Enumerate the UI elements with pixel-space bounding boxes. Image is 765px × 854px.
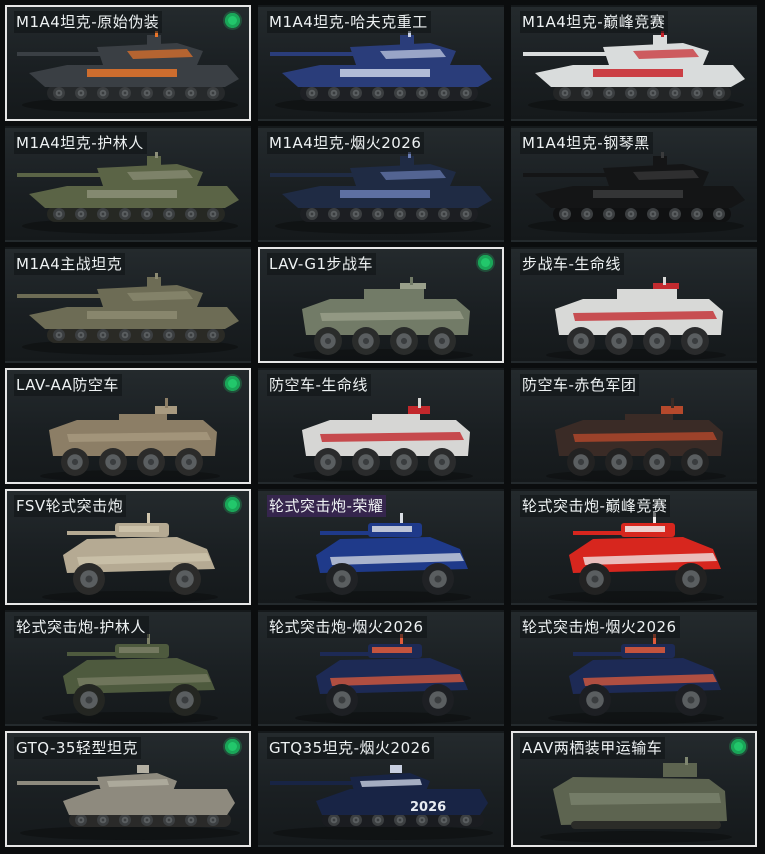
vehicle-skin-card[interactable]: AAV两栖装甲运输车	[511, 731, 757, 847]
vehicle-skin-card[interactable]: 轮式突击炮-护林人	[5, 610, 251, 726]
equipped-indicator-icon	[225, 739, 240, 754]
vehicle-skin-name: GTQ35坦克-烟火2026	[267, 737, 434, 759]
equipped-indicator-icon	[225, 497, 240, 512]
vehicle-skin-card[interactable]: M1A4坦克-烟火2026	[258, 126, 504, 242]
vehicle-skin-card[interactable]: M1A4主战坦克	[5, 247, 251, 363]
vehicle-skin-name: M1A4坦克-巅峰竞赛	[520, 11, 669, 33]
vehicle-skin-card[interactable]: 防空车-赤色军团	[511, 368, 757, 484]
vehicle-skin-name: AAV两栖装甲运输车	[520, 737, 666, 759]
vehicle-skin-name: 轮式突击炮-荣耀	[267, 495, 387, 517]
vehicle-skin-name: LAV-AA防空车	[14, 374, 122, 396]
vehicle-skin-card[interactable]: 轮式突击炮-巅峰竞赛	[511, 489, 757, 605]
vehicle-skin-card[interactable]: M1A4坦克-原始伪装	[5, 5, 251, 121]
vehicle-skin-name: GTQ-35轻型坦克	[14, 737, 141, 759]
vehicle-skin-name: M1A4坦克-烟火2026	[267, 132, 425, 154]
vehicle-skin-card[interactable]: M1A4坦克-钢琴黑	[511, 126, 757, 242]
vehicle-skin-card[interactable]: 步战车-生命线	[511, 247, 757, 363]
vehicle-skin-card[interactable]: 防空车-生命线	[258, 368, 504, 484]
vehicle-skin-card[interactable]: 轮式突击炮-荣耀	[258, 489, 504, 605]
vehicle-skin-card[interactable]: M1A4坦克-巅峰竞赛	[511, 5, 757, 121]
equipped-indicator-icon	[225, 376, 240, 391]
vehicle-skin-card[interactable]: LAV-G1步战车	[258, 247, 504, 363]
vehicle-skin-card[interactable]: 轮式突击炮-烟火2026	[258, 610, 504, 726]
vehicle-skin-name: 防空车-生命线	[267, 374, 371, 396]
vehicle-skin-name: M1A4坦克-钢琴黑	[520, 132, 653, 154]
equipped-indicator-icon	[225, 13, 240, 28]
vehicle-skin-name: LAV-G1步战车	[267, 253, 377, 275]
vehicle-skin-card[interactable]: 轮式突击炮-烟火2026	[511, 610, 757, 726]
vehicle-skin-name: 轮式突击炮-护林人	[14, 616, 149, 638]
vehicle-skin-name: 轮式突击炮-烟火2026	[267, 616, 427, 638]
equipped-indicator-icon	[731, 739, 746, 754]
vehicle-skin-name: 轮式突击炮-巅峰竞赛	[520, 495, 671, 517]
vehicle-skin-card[interactable]: M1A4坦克-哈夫克重工	[258, 5, 504, 121]
vehicle-skin-name: M1A4坦克-护林人	[14, 132, 147, 154]
vehicle-skin-name: FSV轮式突击炮	[14, 495, 127, 517]
vehicle-skin-name: M1A4坦克-原始伪装	[14, 11, 163, 33]
vehicle-skin-card[interactable]: GTQ-35轻型坦克	[5, 731, 251, 847]
vehicle-skin-card[interactable]: LAV-AA防空车	[5, 368, 251, 484]
vehicle-skin-name: M1A4主战坦克	[14, 253, 126, 275]
vehicle-skin-card[interactable]: 2026 GTQ35坦克-烟火2026	[258, 731, 504, 847]
vehicle-skin-name: 防空车-赤色军团	[520, 374, 640, 396]
vehicle-skin-card[interactable]: FSV轮式突击炮	[5, 489, 251, 605]
vehicle-skin-grid: M1A4坦克-原始伪装 M1A4坦克-哈夫克重工 M1A4坦克-巅峰竞赛 M1A…	[5, 5, 757, 847]
equipped-indicator-icon	[478, 255, 493, 270]
vehicle-skin-name: 轮式突击炮-烟火2026	[520, 616, 680, 638]
vehicle-skin-name: M1A4坦克-哈夫克重工	[267, 11, 431, 33]
vehicle-skin-name: 步战车-生命线	[520, 253, 624, 275]
vehicle-skin-card[interactable]: M1A4坦克-护林人	[5, 126, 251, 242]
svg-text:2026: 2026	[410, 800, 446, 815]
